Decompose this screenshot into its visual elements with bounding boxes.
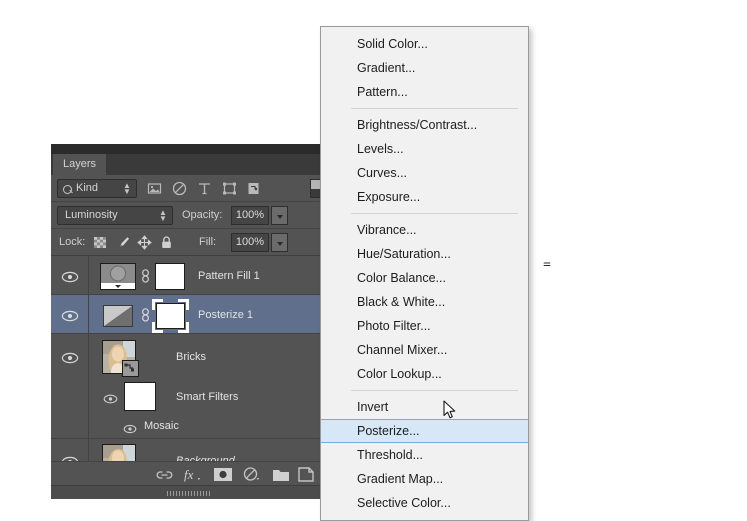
table-row[interactable]: Bricks [51,334,327,379]
fill-dropdown-arrow[interactable] [271,233,288,252]
link-layers-icon[interactable] [156,466,173,483]
menu-item-hue-saturation[interactable]: Hue/Saturation... [321,242,528,266]
chevron-updown-icon: ▲▼ [123,183,131,196]
menu-item-vibrance[interactable]: Vibrance... [321,218,528,242]
smart-object-badge-icon [122,360,139,377]
eye-column-divider [88,379,89,414]
eye-column-divider [88,295,89,333]
menu-item-gradient[interactable]: Gradient... [321,56,528,80]
equals-glyph: = [543,258,551,274]
menu-separator [351,108,518,109]
eye-column-divider [88,334,89,379]
layer-name: Pattern Fill 1 [198,270,260,282]
lock-all-icon[interactable] [159,235,174,250]
opacity-dropdown-arrow[interactable] [271,206,288,225]
menu-item-levels[interactable]: Levels... [321,137,528,161]
adjustment-filter-icon[interactable] [171,180,188,197]
menu-item-brightness-contrast[interactable]: Brightness/Contrast... [321,113,528,137]
menu-item-selective-color[interactable]: Selective Color... [321,491,528,515]
menu-item-posterize[interactable]: Posterize... [321,419,528,443]
lock-transparent-pixels-icon[interactable] [93,235,108,250]
eye-icon[interactable] [103,391,118,401]
layer-name: Posterize 1 [198,309,253,321]
lock-image-pixels-icon[interactable] [115,235,130,250]
pattern-fill-thumbnail[interactable] [100,263,136,290]
eye-icon[interactable] [61,270,79,282]
new-adjustment-layer-icon[interactable] [242,466,262,483]
smart-filter-mask-thumbnail[interactable] [124,382,156,411]
new-adjustment-layer-menu[interactable]: Solid Color... Gradient... Pattern... Br… [320,26,529,521]
shape-filter-icon[interactable] [221,180,238,197]
menu-item-invert[interactable]: Invert [321,395,528,419]
fill-label: Fill: [199,233,216,252]
new-layer-icon[interactable] [297,466,315,483]
opacity-label: Opacity: [182,206,222,225]
menu-separator [351,213,518,214]
menu-item-black-and-white[interactable]: Black & White... [321,290,528,314]
svg-text:fx: fx [184,467,194,482]
search-icon [63,185,72,194]
menu-separator [351,390,518,391]
tab-layers[interactable]: Layers [53,154,106,175]
lock-row: Lock: Fill: 100% [51,229,327,256]
menu-item-color-balance[interactable]: Color Balance... [321,266,528,290]
tab-layers-label: Layers [63,158,96,170]
panel-title-bar [51,144,327,154]
link-mask-icon[interactable] [141,308,150,322]
new-group-icon[interactable] [272,466,290,483]
table-row[interactable]: Smart Filters [51,379,327,414]
type-filter-icon[interactable] [196,180,213,197]
lock-label: Lock: [59,233,85,252]
table-row[interactable]: Pattern Fill 1 [51,256,327,295]
posterize-adjustment-thumbnail[interactable] [103,305,133,327]
lock-position-icon[interactable] [137,235,152,250]
eye-icon[interactable] [123,421,137,431]
blend-mode-row: Luminosity ▲▼ Opacity: 100% [51,202,327,229]
chevron-updown-icon: ▲▼ [159,210,167,223]
layer-style-fx-icon[interactable]: fx [184,466,204,483]
filter-kind-label: Kind [76,180,98,197]
smartobject-filter-icon[interactable] [246,180,263,197]
add-layer-mask-icon[interactable] [213,466,233,483]
opacity-value[interactable]: 100% [231,206,269,225]
layer-name: Smart Filters [176,391,238,403]
eye-column-divider [88,414,89,438]
menu-item-curves[interactable]: Curves... [321,161,528,185]
eye-icon[interactable] [61,309,79,321]
menu-item-photo-filter[interactable]: Photo Filter... [321,314,528,338]
panel-bottom-toolbar: fx [51,461,327,485]
blend-mode-dropdown[interactable]: Luminosity ▲▼ [57,206,173,225]
link-mask-icon[interactable] [141,269,150,283]
layer-name: Bricks [176,351,206,363]
layer-filter-row: Kind ▲▼ [51,175,327,202]
layer-name: Mosaic [144,420,179,432]
eye-column-divider [88,256,89,294]
menu-item-pattern[interactable]: Pattern... [321,80,528,104]
table-row[interactable]: Posterize 1 [51,295,327,334]
menu-item-solid-color[interactable]: Solid Color... [321,32,528,56]
panel-resize-footer[interactable] [51,485,327,499]
menu-item-gradient-map[interactable]: Gradient Map... [321,467,528,491]
resize-grip-icon[interactable] [167,491,211,496]
filter-kind-dropdown[interactable]: Kind ▲▼ [57,179,137,198]
menu-item-color-lookup[interactable]: Color Lookup... [321,362,528,386]
mask-selection-brackets [152,299,189,333]
fill-value[interactable]: 100% [231,233,269,252]
blend-mode-value: Luminosity [65,209,118,221]
menu-item-exposure[interactable]: Exposure... [321,185,528,209]
eye-icon[interactable] [61,351,79,363]
pixel-filter-icon[interactable] [146,180,163,197]
table-row[interactable]: Mosaic [51,414,327,439]
menu-item-threshold[interactable]: Threshold... [321,443,528,467]
layers-panel: Layers Kind ▲▼ Luminosity ▲▼ [51,144,327,499]
layer-mask-thumbnail[interactable] [155,263,185,290]
panel-tab-strip: Layers [51,154,327,175]
layer-list: Pattern Fill 1 Posterize 1 [51,256,327,461]
menu-item-channel-mixer[interactable]: Channel Mixer... [321,338,528,362]
